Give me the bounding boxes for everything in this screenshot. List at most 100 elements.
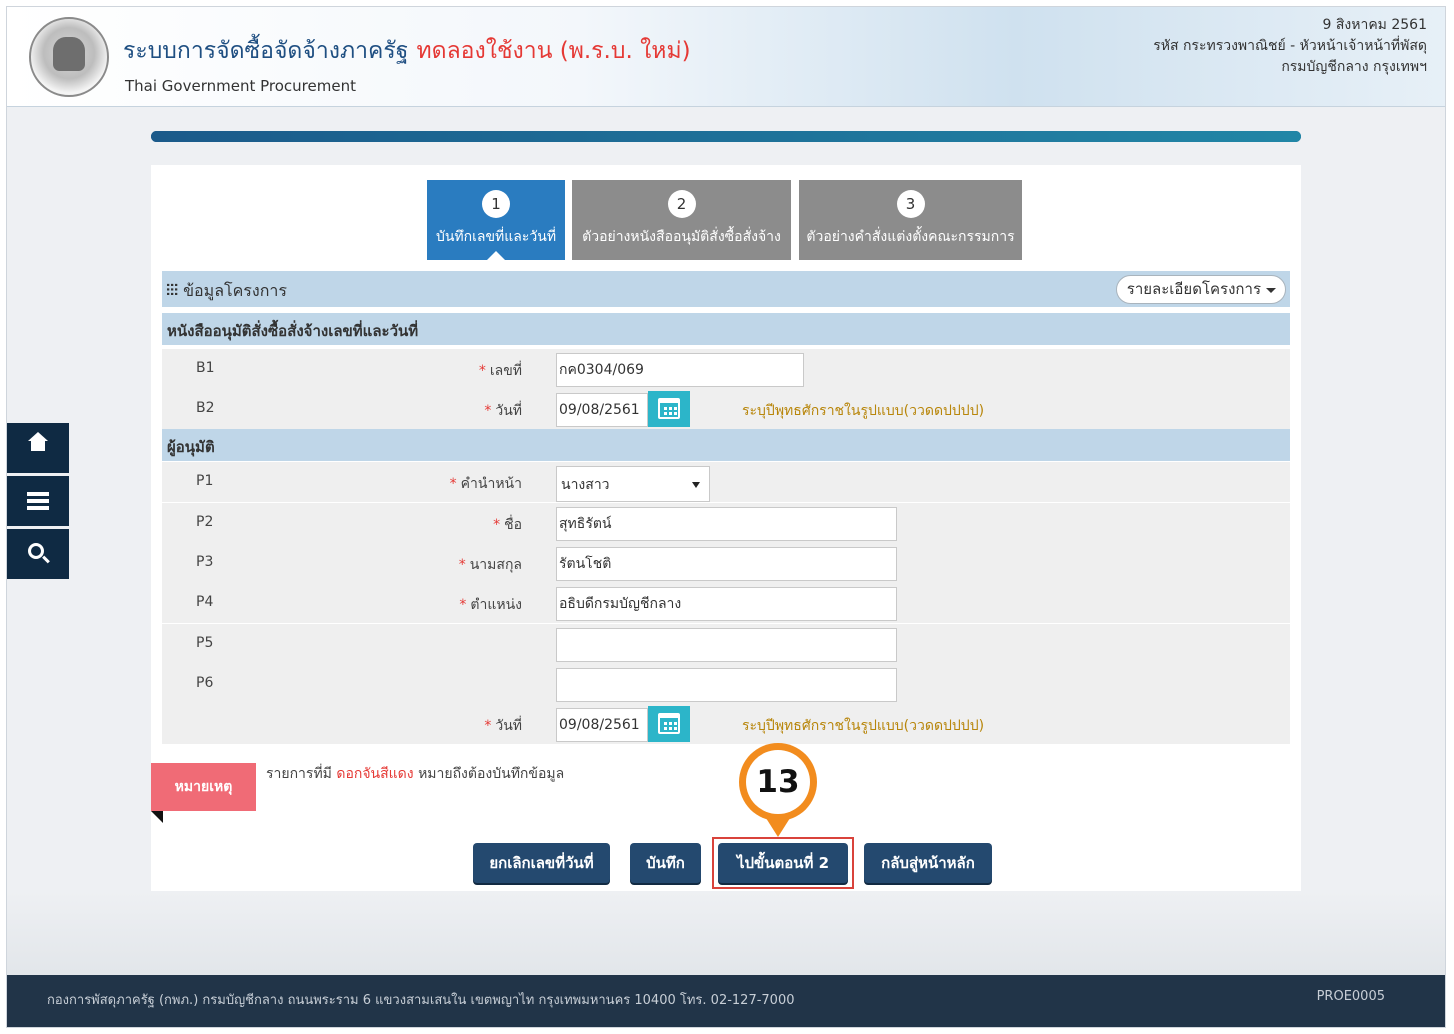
field-label: * นามสกุล (458, 557, 522, 573)
page-code: PROE0005 (1316, 989, 1385, 1004)
app-title: ระบบการจัดซื้อจัดจ้างภาครัฐ ทดลองใช้งาน (… (123, 33, 691, 69)
footer-address: กองการพัสดุภาครัฐ (กพภ.) กรมบัญชีกลาง ถน… (47, 993, 795, 1008)
step-3-tab[interactable]: 3 ตัวอย่างคำสั่งแต่งตั้งคณะกรรมการ (799, 180, 1022, 260)
order-section-title: หนังสืออนุมัติสั่งซื้อสั่งจ้างเลขที่และว… (167, 322, 419, 340)
position-line-2-input[interactable] (556, 628, 897, 662)
field-label: * วันที่ (484, 718, 522, 734)
required-mark: * (484, 718, 492, 734)
home-icon (28, 432, 48, 456)
date-format-hint: ระบุปีพุทธศักราชในรูปแบบ(ววดดปปปป) (742, 718, 985, 734)
position-line-3-input[interactable] (556, 668, 897, 702)
menu-button[interactable] (7, 476, 69, 526)
row-approve-date: *วันที่ ระบุปีพุทธศักราชในรูปแบบ(ววดดปปป… (162, 704, 1290, 744)
header: ระบบการจัดซื้อจัดจ้างภาครัฐ ทดลองใช้งาน (… (7, 7, 1445, 107)
field-label: * วันที่ (484, 403, 522, 419)
home-button[interactable] (7, 423, 69, 473)
progress-bar (151, 131, 1301, 142)
required-mark: * (449, 476, 457, 492)
date-format-hint: ระบุปีพุทธศักราชในรูปแบบ(ววดดปปปป) (742, 403, 985, 419)
order-number-input[interactable] (556, 353, 804, 387)
step-number: 2 (667, 190, 696, 218)
field-code: B1 (196, 360, 215, 376)
save-button[interactable]: บันทึก (630, 843, 701, 883)
field-code: B2 (196, 400, 215, 416)
main-panel: 1 บันทึกเลขที่และวันที่ 2 ตัวอย่างหนังสื… (151, 165, 1301, 891)
approver-section-header: ผู้อนุมัติ (162, 429, 1290, 461)
calendar-icon (658, 713, 680, 734)
calendar-icon (658, 398, 680, 419)
last-name-input[interactable] (556, 547, 897, 581)
trial-label: ทดลองใช้งาน (พ.ร.บ. ใหม่) (416, 38, 691, 64)
row-p4: P4 * ตำแหน่ง (162, 583, 1290, 623)
required-mark: * (458, 557, 466, 573)
project-title: ⫶⫶⫶ ข้อมูลโครงการ (166, 279, 287, 304)
field-code: P1 (196, 473, 214, 489)
title-prefix-value: นางสาว (561, 477, 610, 493)
app-window: ระบบการจัดซื้อจัดจ้างภาครัฐ ทดลองใช้งาน (… (6, 6, 1446, 1028)
project-info-bar: ⫶⫶⫶ ข้อมูลโครงการ รายละเอียดโครงการ (162, 271, 1290, 307)
field-label: * เลขที่ (478, 363, 522, 379)
search-icon (28, 543, 44, 559)
step-number: 1 (482, 190, 510, 218)
position-input[interactable] (556, 587, 897, 621)
background-skyline (7, 891, 1445, 975)
user-info: 9 สิงหาคม 2561 รหัส กระทรวงพาณิชย์ - หัว… (1153, 15, 1427, 78)
title-prefix-select[interactable]: นางสาว (556, 466, 710, 502)
current-date: 9 สิงหาคม 2561 (1322, 17, 1427, 33)
required-mark: * (478, 363, 486, 379)
order-date-input[interactable] (556, 393, 648, 427)
app-title-text: ระบบการจัดซื้อจัดจ้างภาครัฐ (123, 38, 409, 64)
row-p5: P5 (162, 624, 1290, 664)
step-label: ตัวอย่างคำสั่งแต่งตั้งคณะกรรมการ (806, 229, 1015, 245)
row-p2: P2 * ชื่อ (162, 503, 1290, 543)
back-to-home-button[interactable]: กลับสู่หน้าหลัก (864, 843, 992, 883)
step-marker-number: 13 (746, 750, 810, 814)
search-button[interactable] (7, 529, 69, 579)
field-label: * ตำแหน่ง (459, 597, 522, 613)
row-b2: B2 *วันที่ ระบุปีพุทธศักราชในรูปแบบ(ววดด… (162, 389, 1290, 429)
field-code: P2 (196, 514, 214, 530)
order-section-header: หนังสืออนุมัติสั่งซื้อสั่งจ้างเลขที่และว… (162, 313, 1290, 345)
user-department: กรมบัญชีกลาง กรุงเทพฯ (1281, 59, 1427, 75)
step-1-tab[interactable]: 1 บันทึกเลขที่และวันที่ (427, 180, 565, 261)
next-step-button[interactable]: ไปขั้นตอนที่ 2 (718, 843, 848, 883)
field-code: P5 (196, 635, 214, 651)
required-mark: * (484, 403, 492, 419)
row-p6: P6 (162, 664, 1290, 704)
order-date-calendar-button[interactable] (648, 391, 690, 427)
field-label: * คำนำหน้า (449, 476, 522, 492)
user-role: รหัส กระทรวงพาณิชย์ - หัวหน้าเจ้าหน้าที่… (1153, 38, 1427, 54)
progress-fill (151, 131, 1301, 142)
project-detail-label: รายละเอียดโครงการ (1126, 280, 1261, 298)
required-mark: * (493, 517, 501, 533)
chevron-down-icon (692, 482, 700, 488)
required-mark: * (459, 597, 467, 613)
side-toolbar (7, 423, 69, 582)
sliders-icon: ⫶⫶⫶ (166, 281, 179, 300)
row-p3: P3 * นามสกุล (162, 543, 1290, 583)
step-label: ตัวอย่างหนังสืออนุมัติสั่งซื้อสั่งจ้าง (582, 229, 781, 245)
comptroller-logo (29, 17, 109, 97)
footer: กองการพัสดุภาครัฐ (กพภ.) กรมบัญชีกลาง ถน… (7, 975, 1445, 1027)
step-label: บันทึกเลขที่และวันที่ (435, 229, 557, 245)
first-name-input[interactable] (556, 507, 897, 541)
field-code: P6 (196, 675, 214, 691)
approve-date-input[interactable] (556, 708, 648, 742)
approver-section-title: ผู้อนุมัติ (167, 438, 215, 456)
caret-down-icon (1266, 288, 1276, 293)
field-code: P3 (196, 554, 214, 570)
menu-icon (27, 492, 49, 510)
step-number: 3 (896, 190, 925, 218)
cancel-number-date-button[interactable]: ยกเลิกเลขที่วันที่ (473, 843, 610, 883)
step-2-tab[interactable]: 2 ตัวอย่างหนังสืออนุมัติสั่งซื้อสั่งจ้าง (572, 180, 791, 260)
row-b1: B1 * เลขที่ (162, 349, 1290, 389)
row-p1: P1 * คำนำหน้า นางสาว (162, 462, 1290, 502)
project-title-text: ข้อมูลโครงการ (183, 281, 287, 300)
app-subtitle: Thai Government Procurement (125, 77, 356, 95)
field-label: * ชื่อ (493, 517, 522, 533)
approve-date-calendar-button[interactable] (648, 706, 690, 742)
project-detail-dropdown[interactable]: รายละเอียดโครงการ (1115, 275, 1286, 304)
field-code: P4 (196, 594, 214, 610)
note-text: รายการที่มี ดอกจันสีแดง หมายถึงต้องบันทึ… (266, 766, 565, 782)
note-tag-fold (151, 811, 163, 823)
